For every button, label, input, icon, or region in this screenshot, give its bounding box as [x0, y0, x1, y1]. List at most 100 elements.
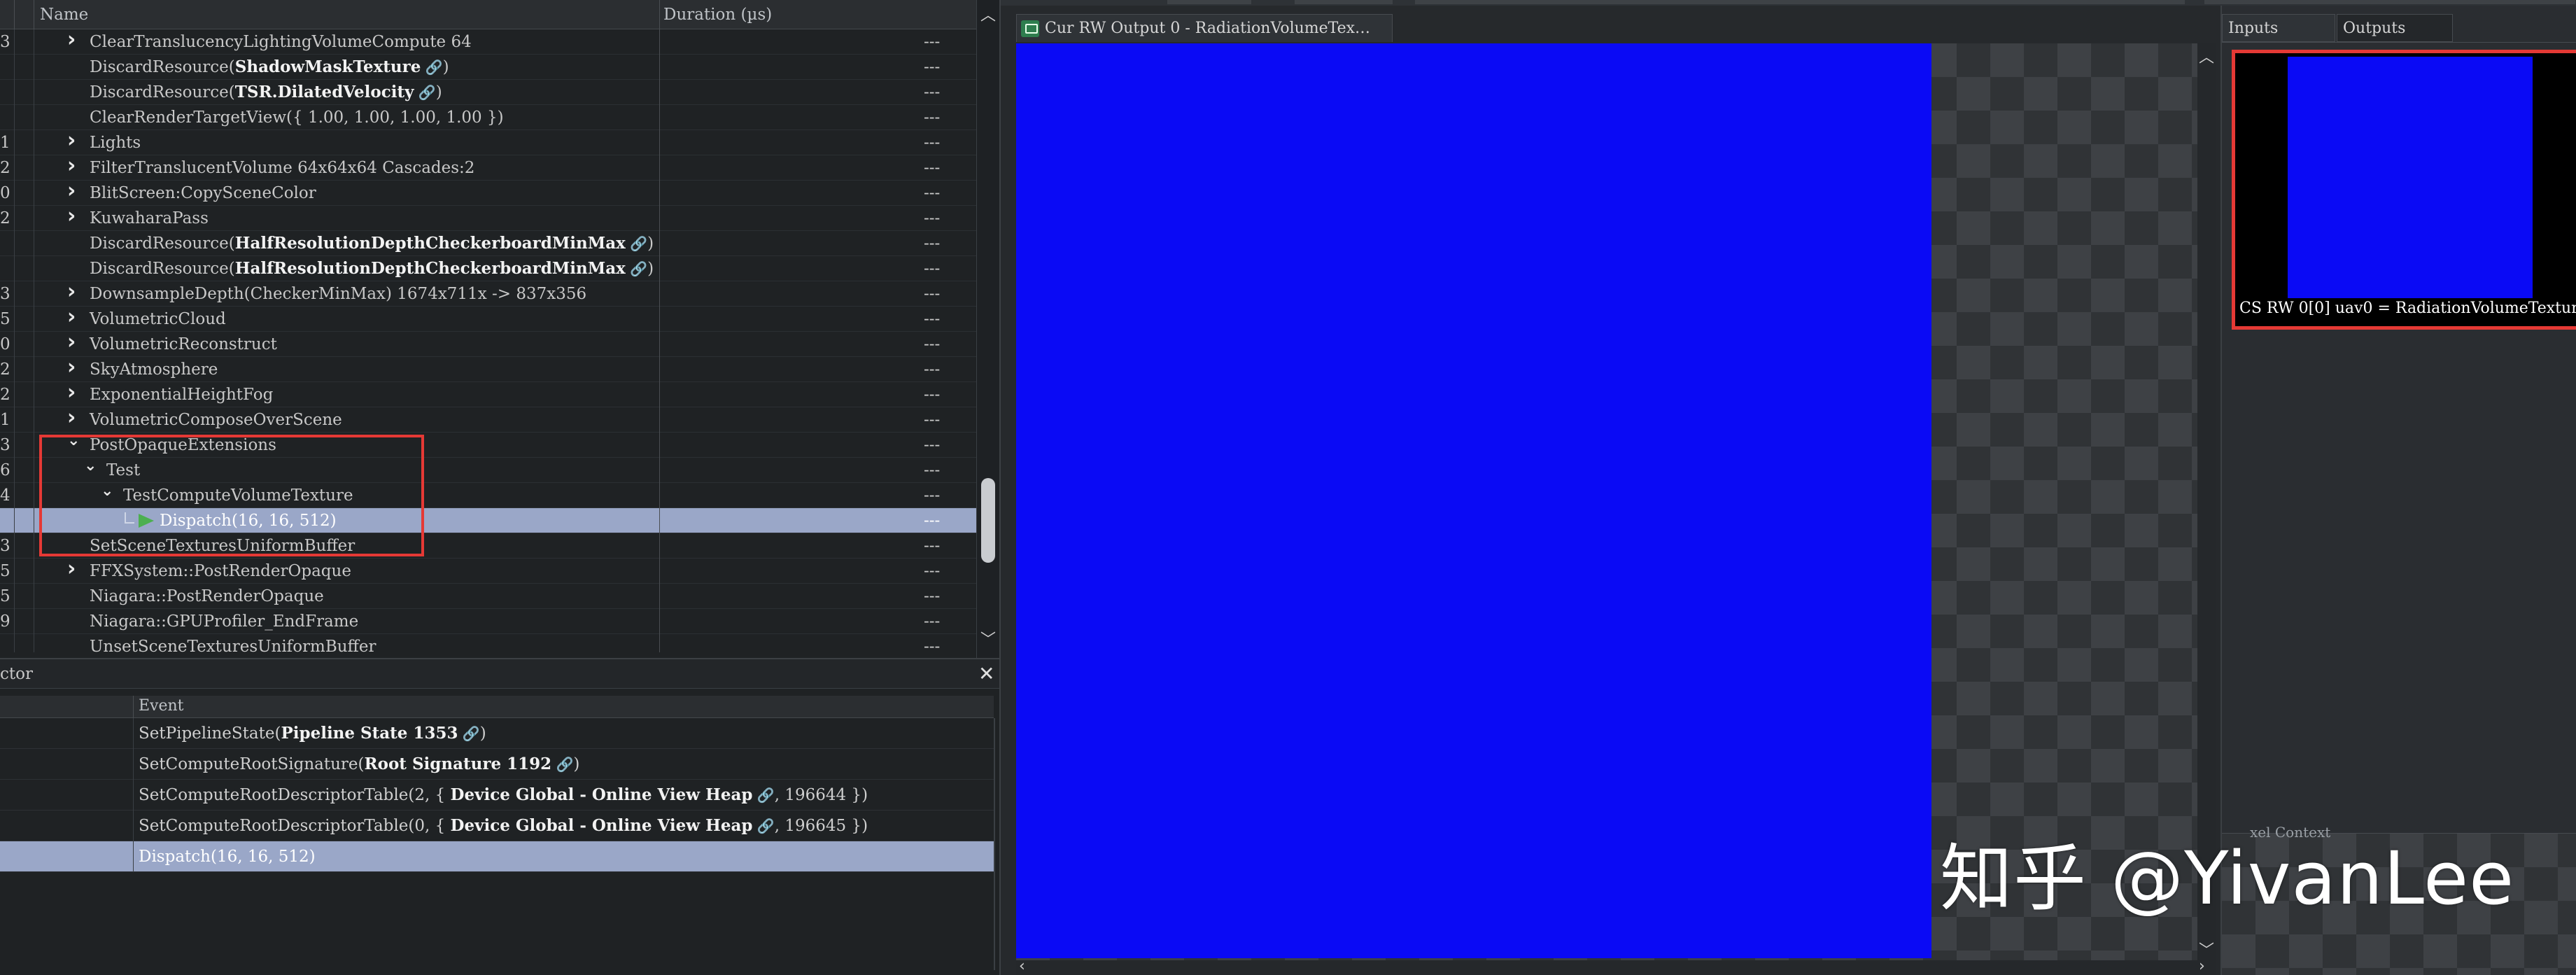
event-id: 3: [0, 436, 10, 454]
tree-row[interactable]: DiscardResource(HalfResolutionDepthCheck…: [0, 231, 976, 256]
tree-row[interactable]: 0 › BlitScreen:CopySceneColor ---: [0, 178, 976, 206]
api-inspector-panel: ctor ✕ Event SetPipelineState(Pipeline S…: [0, 658, 999, 975]
chevron-right-icon[interactable]: ›: [67, 304, 76, 330]
api-call-row[interactable]: SetComputeRootDescriptorTable(0, { Devic…: [0, 811, 994, 841]
column-header-event[interactable]: Event: [139, 697, 184, 715]
event-duration: ---: [924, 360, 941, 379]
scroll-up-icon[interactable]: ︿: [980, 3, 996, 25]
tree-row[interactable]: 3 › ClearTranslucencyLightingVolumeCompute…: [0, 29, 976, 55]
resource-name[interactable]: HalfResolutionDepthCheckerboardMinMax: [235, 259, 626, 278]
link-icon[interactable]: 🔗: [551, 756, 573, 773]
chevron-right-icon[interactable]: ›: [67, 556, 76, 582]
tree-row[interactable]: 2 › SkyAtmosphere ---: [0, 355, 976, 382]
tree-row[interactable]: 3 ⌄ PostOpaqueExtensions ---: [0, 432, 976, 458]
resource-name[interactable]: Device Global - Online View Heap: [451, 785, 753, 804]
chevron-right-icon[interactable]: ›: [67, 405, 76, 430]
tree-row[interactable]: ClearRenderTargetView({ 1.00, 1.00, 1.00…: [0, 105, 976, 130]
scrollbar-thumb[interactable]: [981, 478, 995, 563]
scroll-right-icon[interactable]: ›: [2199, 958, 2205, 975]
chevron-down-icon[interactable]: ⌄: [84, 454, 97, 479]
event-duration: ---: [924, 587, 941, 605]
scroll-down-icon[interactable]: ﹀: [980, 627, 996, 650]
api-call-row[interactable]: SetPipelineState(Pipeline State 1353 🔗): [0, 718, 994, 749]
link-icon[interactable]: 🔗: [626, 260, 647, 277]
chevron-right-icon[interactable]: ›: [67, 178, 76, 204]
tab-outputs[interactable]: Outputs: [2337, 14, 2453, 42]
event-duration: ---: [924, 537, 941, 555]
event-id: 5: [0, 562, 10, 580]
tree-row[interactable]: 0 › VolumetricReconstruct ---: [0, 330, 976, 357]
link-icon[interactable]: 🔗: [421, 59, 443, 76]
tree-row[interactable]: 2 › ExponentialHeightFog ---: [0, 380, 976, 407]
chevron-right-icon[interactable]: ›: [67, 29, 76, 52]
resource-name[interactable]: HalfResolutionDepthCheckerboardMinMax: [235, 234, 626, 253]
resource-name[interactable]: ShadowMaskTexture: [235, 57, 421, 76]
chevron-right-icon[interactable]: ›: [67, 279, 76, 304]
api-call-row[interactable]: SetComputeRootDescriptorTable(2, { Devic…: [0, 780, 994, 811]
event-duration: ---: [924, 33, 941, 51]
event-label-suffix: ): [647, 260, 654, 278]
link-icon[interactable]: 🔗: [752, 787, 775, 804]
tree-row[interactable]: 5 Niagara::PostRenderOpaque ---: [0, 584, 976, 609]
api-call-prefix: Dispatch(16, 16, 512): [139, 848, 316, 866]
link-icon[interactable]: 🔗: [752, 818, 775, 834]
api-call-row[interactable]: SetComputeRootSignature(Root Signature 1…: [0, 749, 994, 780]
tree-row[interactable]: 5 › VolumetricCloud ---: [0, 304, 976, 332]
scroll-left-icon[interactable]: ‹: [1019, 958, 1025, 975]
tab-cur-rw-output[interactable]: Cur RW Output 0 - RadiationVolumeTex…: [1016, 14, 1393, 42]
tree-row[interactable]: 1 › VolumetricComposeOverScene ---: [0, 405, 976, 433]
chevron-down-icon[interactable]: ⌄: [67, 428, 80, 454]
link-icon[interactable]: 🔗: [414, 84, 436, 101]
column-header-name[interactable]: Name: [40, 6, 88, 24]
texture-icon: [1021, 20, 1039, 37]
tree-row[interactable]: 3 SetSceneTexturesUniformBuffer ---: [0, 533, 976, 559]
tree-row[interactable]: Dispatch(16, 16, 512) ---: [0, 508, 976, 533]
chevron-right-icon[interactable]: ›: [67, 355, 76, 380]
event-label-prefix: DiscardResource(: [90, 234, 235, 253]
api-call-prefix: SetComputeRootDescriptorTable(2, {: [139, 786, 451, 804]
tree-row[interactable]: 2 › KuwaharaPass ---: [0, 204, 976, 231]
link-icon[interactable]: 🔗: [458, 725, 480, 742]
tree-row[interactable]: UnsetSceneTexturesUniformBuffer ---: [0, 634, 976, 652]
tab-inputs[interactable]: Inputs: [2222, 14, 2335, 42]
tree-row[interactable]: 5 › FFXSystem::PostRenderOpaque ---: [0, 556, 976, 584]
tree-row[interactable]: DiscardResource(ShadowMaskTexture 🔗) ---: [0, 55, 976, 80]
tree-row[interactable]: 3 › DownsampleDepth(CheckerMinMax) 1674x71…: [0, 279, 976, 307]
tree-row[interactable]: 6 ⌄ Test ---: [0, 457, 976, 483]
column-header-duration[interactable]: Duration (µs): [663, 6, 772, 24]
event-label-prefix: DiscardResource(: [90, 83, 235, 101]
scroll-up-icon[interactable]: ︿: [2199, 45, 2214, 67]
tree-row[interactable]: 2 › FilterTranslucentVolume 64x64x64 Casca…: [0, 153, 976, 181]
event-id: 4: [0, 486, 10, 505]
chevron-right-icon[interactable]: ›: [67, 380, 76, 405]
tree-row[interactable]: 9 Niagara::GPUProfiler_EndFrame ---: [0, 609, 976, 634]
event-label-suffix: ): [647, 234, 654, 253]
texture-viewer-panel: Cur RW Output 0 - RadiationVolumeTex… ︿ …: [999, 0, 2576, 975]
chevron-right-icon[interactable]: ›: [67, 128, 76, 153]
api-call-row[interactable]: Dispatch(16, 16, 512): [0, 841, 994, 872]
tree-row[interactable]: 1 › Lights ---: [0, 128, 976, 155]
resource-name[interactable]: Pipeline State 1353: [281, 724, 458, 743]
chevron-down-icon[interactable]: ⌄: [101, 479, 113, 504]
link-icon[interactable]: 🔗: [626, 235, 647, 252]
api-call-label: SetComputeRootDescriptorTable(0, { Devic…: [139, 811, 868, 841]
resource-name[interactable]: Root Signature 1192: [365, 755, 552, 773]
chevron-right-icon[interactable]: ›: [67, 330, 76, 355]
close-icon[interactable]: ✕: [978, 659, 994, 689]
event-duration: ---: [924, 234, 941, 253]
tree-row[interactable]: DiscardResource(TSR.DilatedVelocity 🔗) --…: [0, 80, 976, 105]
tree-branch-icon: [125, 512, 134, 524]
chevron-right-icon[interactable]: ›: [67, 204, 76, 229]
resource-name[interactable]: TSR.DilatedVelocity: [235, 83, 414, 101]
api-call-label: SetPipelineState(Pipeline State 1353 🔗): [139, 718, 486, 749]
api-call-prefix: SetComputeRootDescriptorTable(0, {: [139, 817, 451, 835]
output-thumbnail[interactable]: CS RW 0[0] uav0 = RadiationVolumeTexture: [2232, 50, 2576, 330]
api-call-suffix: ): [573, 755, 580, 773]
resource-name[interactable]: Device Global - Online View Heap: [451, 816, 753, 835]
tree-row[interactable]: DiscardResource(HalfResolutionDepthCheck…: [0, 256, 976, 281]
tree-row[interactable]: 4 ⌄ TestComputeVolumeTexture ---: [0, 482, 976, 508]
event-browser-scrollbar[interactable]: ︿ ﹀: [976, 0, 999, 658]
chevron-right-icon[interactable]: ›: [67, 153, 76, 178]
texture-horizontal-scrollbar[interactable]: ‹ ›: [1016, 958, 2216, 975]
event-label: VolumetricCloud: [90, 310, 226, 328]
